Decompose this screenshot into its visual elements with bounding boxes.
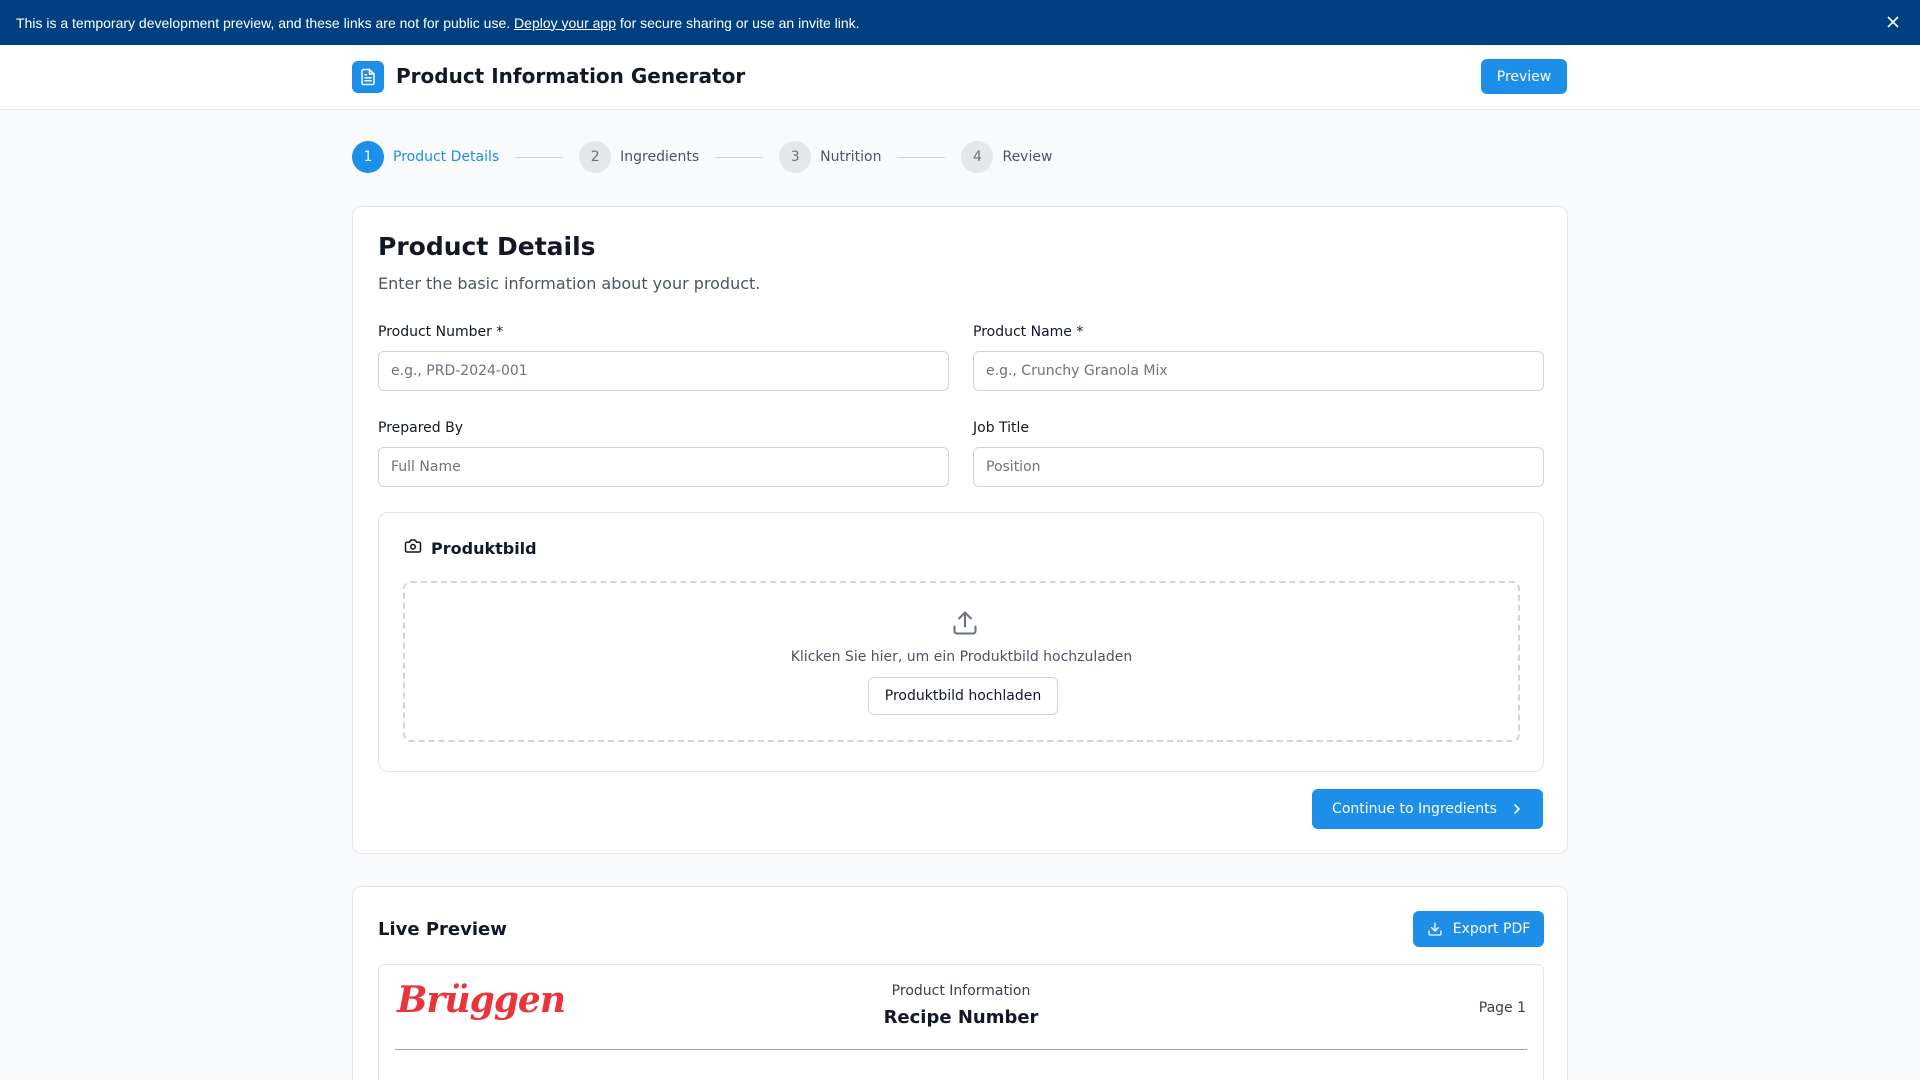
step-number: 4 bbox=[961, 141, 994, 173]
banner-text: This is a temporary development preview,… bbox=[16, 14, 511, 31]
product-name-input[interactable] bbox=[973, 351, 1544, 391]
prepared-by-label: Prepared By bbox=[378, 420, 464, 436]
job-title-label: Job Title bbox=[973, 420, 1030, 436]
image-dropzone[interactable]: Klicken Sie hier, um ein Produktbild hoc… bbox=[403, 581, 1520, 742]
preview-button[interactable]: Preview bbox=[1481, 59, 1567, 94]
step-number: 1 bbox=[352, 141, 384, 173]
product-details-card: Product Details Enter the basic informat… bbox=[352, 206, 1568, 854]
continue-label: Continue to Ingredients bbox=[1332, 801, 1497, 817]
product-image-card: Produktbild Klicken Sie hier, um ein Pro… bbox=[378, 512, 1544, 772]
product-number-input[interactable] bbox=[378, 351, 949, 391]
step-nutrition[interactable]: 3 Nutrition bbox=[779, 141, 881, 173]
close-icon[interactable] bbox=[1884, 13, 1902, 31]
step-ingredients[interactable]: 2 Ingredients bbox=[579, 141, 699, 173]
step-number: 2 bbox=[579, 141, 612, 173]
product-number-field-group: Product Number * bbox=[378, 324, 949, 391]
document-heading: Product Information Recipe Number bbox=[379, 983, 1543, 1028]
section-subtitle: Enter the basic information about your p… bbox=[378, 274, 761, 293]
live-preview-title: Live Preview bbox=[378, 919, 507, 940]
upload-icon bbox=[951, 609, 979, 637]
upload-image-button[interactable]: Produktbild hochladen bbox=[868, 677, 1058, 715]
step-connector bbox=[897, 156, 946, 158]
dev-preview-banner: This is a temporary development preview,… bbox=[0, 0, 1920, 45]
export-pdf-button[interactable]: Export PDF bbox=[1413, 911, 1544, 947]
prepared-by-field-group: Prepared By bbox=[378, 420, 949, 487]
deploy-app-link[interactable]: Deploy your app bbox=[514, 15, 616, 31]
step-product-details[interactable]: 1 Product Details bbox=[352, 141, 499, 173]
product-image-header: Produktbild bbox=[404, 537, 537, 559]
continue-button[interactable]: Continue to Ingredients bbox=[1312, 789, 1543, 829]
document-subtitle: Product Information bbox=[891, 983, 1031, 999]
step-connector bbox=[715, 156, 764, 158]
step-connector bbox=[515, 156, 564, 158]
product-number-label: Product Number * bbox=[378, 324, 504, 340]
section-title: Product Details bbox=[378, 232, 596, 261]
job-title-input[interactable] bbox=[973, 447, 1544, 487]
app-header: Product Information Generator Preview bbox=[0, 45, 1920, 110]
document-icon bbox=[352, 61, 384, 93]
job-title-field-group: Job Title bbox=[973, 420, 1544, 487]
live-preview-card: Live Preview Export PDF Brüggen Product … bbox=[352, 886, 1568, 1080]
export-pdf-label: Export PDF bbox=[1452, 921, 1531, 937]
upload-hint: Klicken Sie hier, um ein Produktbild hoc… bbox=[790, 649, 1133, 665]
prepared-by-input[interactable] bbox=[378, 447, 949, 487]
download-icon bbox=[1427, 921, 1443, 937]
product-image-title: Produktbild bbox=[431, 538, 537, 558]
document-title: Recipe Number bbox=[883, 1007, 1039, 1028]
step-review[interactable]: 4 Review bbox=[961, 141, 1052, 173]
step-label: Product Details bbox=[393, 149, 500, 165]
product-name-field-group: Product Name * bbox=[973, 324, 1544, 391]
step-number: 3 bbox=[779, 141, 812, 173]
divider bbox=[395, 1049, 1527, 1050]
banner-text-after: for secure sharing or use an invite link… bbox=[619, 14, 860, 31]
document-preview: Brüggen Product Information Recipe Numbe… bbox=[378, 964, 1544, 1080]
product-name-label: Product Name * bbox=[973, 324, 1084, 340]
step-label: Nutrition bbox=[820, 149, 882, 165]
stepper: 1 Product Details 2 Ingredients 3 Nutrit… bbox=[352, 141, 1052, 173]
app-title: Product Information Generator bbox=[396, 64, 746, 88]
page-number: Page 1 bbox=[1478, 1000, 1526, 1016]
camera-icon bbox=[404, 537, 422, 559]
chevron-right-icon bbox=[1511, 803, 1523, 815]
step-label: Ingredients bbox=[620, 149, 700, 165]
step-label: Review bbox=[1002, 149, 1053, 165]
